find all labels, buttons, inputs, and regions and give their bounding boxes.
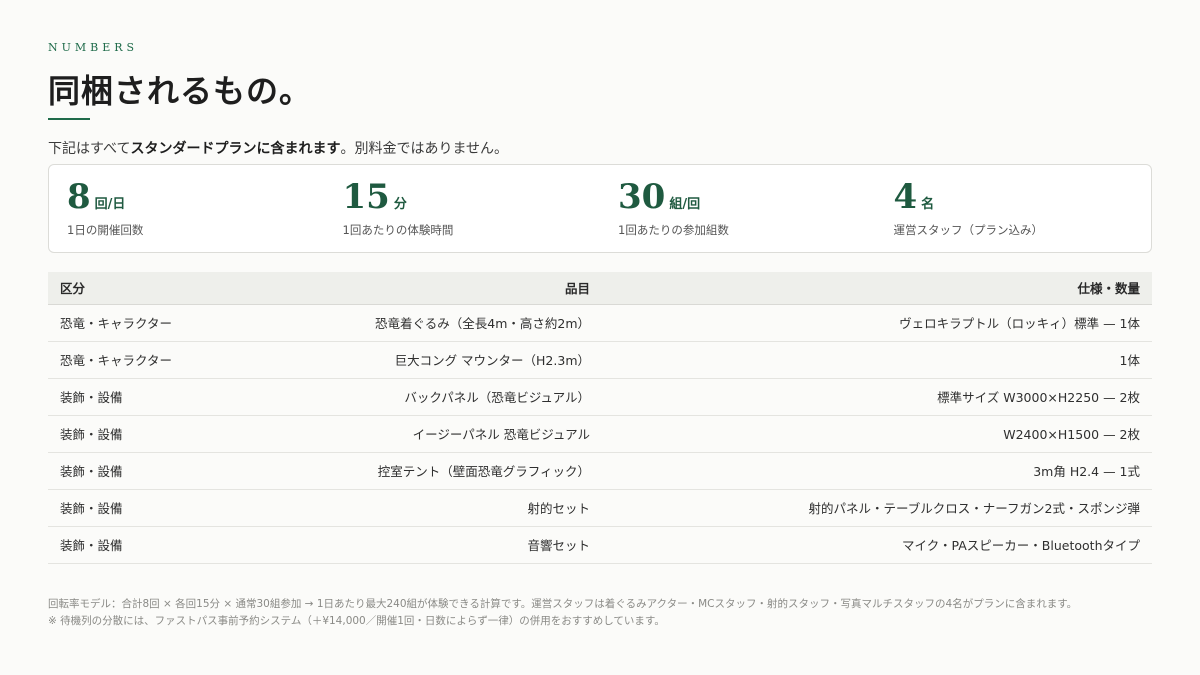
cell-category: 装飾・設備 [48, 452, 228, 490]
stat-value: 30 組/回 [618, 179, 876, 215]
cell-item: 恐竜着ぐるみ（全長4m・高さ約2m） [228, 304, 600, 342]
title-underline [48, 118, 90, 120]
table-header-row: 区分 品目 仕様・数量 [48, 272, 1152, 305]
stat-label: 1日の開催回数 [67, 223, 144, 237]
footnote-rotation-model: 回転率モデル：合計8回 × 各回15分 × 通常30組参加 → 1日あたり最大2… [48, 598, 1078, 610]
cell-spec: ヴェロキラプトル（ロッキィ）標準 — 1体 [600, 304, 1152, 342]
cell-spec: 射的パネル・テーブルクロス・ナーフガン2式・スポンジ弾 [600, 489, 1152, 527]
table-row: 装飾・設備 バックパネル（恐竜ビジュアル） 標準サイズ W3000×H2250 … [48, 378, 1152, 416]
cell-category: 装飾・設備 [48, 489, 228, 527]
cell-item: 射的セット [228, 489, 600, 527]
stat-value: 8 回/日 [67, 179, 325, 215]
stat-value: 4 名 [894, 179, 1152, 215]
cell-spec: 1体 [600, 341, 1152, 379]
stat-groups-per-session: 30 組/回 1回あたりの参加組数 [600, 165, 876, 252]
cell-spec: 3m角 H2.4 — 1式 [600, 452, 1152, 490]
included-items-table: 区分 品目 仕様・数量 恐竜・キャラクター 恐竜着ぐるみ（全長4m・高さ約2m）… [48, 272, 1152, 564]
cell-item: イージーパネル 恐竜ビジュアル [228, 415, 600, 453]
stat-label: 1回あたりの参加組数 [618, 223, 729, 237]
cell-spec: マイク・PAスピーカー・Bluetoothタイプ [600, 526, 1152, 564]
stat-value: 15 分 [343, 179, 601, 215]
stat-unit: 分 [393, 197, 407, 212]
column-header-item: 品目 [228, 272, 600, 305]
cell-category: 恐竜・キャラクター [48, 304, 228, 342]
stat-sessions-per-day: 8 回/日 1日の開催回数 [49, 165, 325, 252]
cell-item: 音響セット [228, 526, 600, 564]
stat-number: 8 [67, 177, 91, 217]
table-row: 装飾・設備 音響セット マイク・PAスピーカー・Bluetoothタイプ [48, 526, 1152, 564]
table-row: 恐竜・キャラクター 巨大コング マウンター（H2.3m） 1体 [48, 341, 1152, 379]
stat-experience-time: 15 分 1回あたりの体験時間 [325, 165, 601, 252]
cell-category: 装飾・設備 [48, 526, 228, 564]
intro-after: 。別料金ではありません。 [340, 141, 509, 157]
stats-card: 8 回/日 1日の開催回数 15 分 1回あたりの体験時間 30 組/回 1回あ… [48, 164, 1152, 253]
section-eyebrow: NUMBERS [48, 41, 139, 54]
table-row: 恐竜・キャラクター 恐竜着ぐるみ（全長4m・高さ約2m） ヴェロキラプトル（ロッ… [48, 304, 1152, 342]
column-header-spec: 仕様・数量 [600, 272, 1152, 305]
stat-number: 4 [893, 177, 918, 217]
stat-unit: 名 [921, 197, 935, 212]
cell-spec: W2400×H1500 — 2枚 [600, 415, 1152, 453]
cell-category: 恐竜・キャラクター [48, 341, 228, 379]
stat-number: 30 [618, 177, 666, 217]
footnote-fastpass: ※ 待機列の分散には、ファストパス事前予約システム（＋¥14,000／開催1回・… [48, 615, 665, 627]
stat-staff-count: 4 名 運営スタッフ（プラン込み） [876, 165, 1152, 252]
cell-item: 巨大コング マウンター（H2.3m） [228, 341, 600, 379]
page-title: 同梱されるもの。 [48, 72, 313, 110]
table-row: 装飾・設備 射的セット 射的パネル・テーブルクロス・ナーフガン2式・スポンジ弾 [48, 489, 1152, 527]
intro-emphasis: スタンダードプランに含まれます [130, 141, 341, 157]
stat-label: 1回あたりの体験時間 [342, 223, 454, 237]
cell-item: バックパネル（恐竜ビジュアル） [228, 378, 600, 416]
table-row: 装飾・設備 イージーパネル 恐竜ビジュアル W2400×H1500 — 2枚 [48, 415, 1152, 453]
stat-label: 運営スタッフ（プラン込み） [893, 223, 1044, 237]
column-header-category: 区分 [48, 272, 228, 305]
intro-text: 下記はすべてスタンダードプランに含まれます。別料金ではありません。 [48, 138, 508, 158]
cell-category: 装飾・設備 [48, 415, 228, 453]
footnotes: 回転率モデル：合計8回 × 各回15分 × 通常30組参加 → 1日あたり最大2… [48, 596, 1154, 630]
cell-spec: 標準サイズ W3000×H2250 — 2枚 [600, 378, 1152, 416]
intro-before: 下記はすべて [48, 141, 131, 157]
table-row: 装飾・設備 控室テント（壁面恐竜グラフィック） 3m角 H2.4 — 1式 [48, 452, 1152, 490]
stat-unit: 回/日 [94, 197, 126, 212]
cell-category: 装飾・設備 [48, 378, 228, 416]
stat-unit: 組/回 [669, 197, 701, 212]
stat-number: 15 [342, 177, 390, 217]
cell-item: 控室テント（壁面恐竜グラフィック） [228, 452, 600, 490]
